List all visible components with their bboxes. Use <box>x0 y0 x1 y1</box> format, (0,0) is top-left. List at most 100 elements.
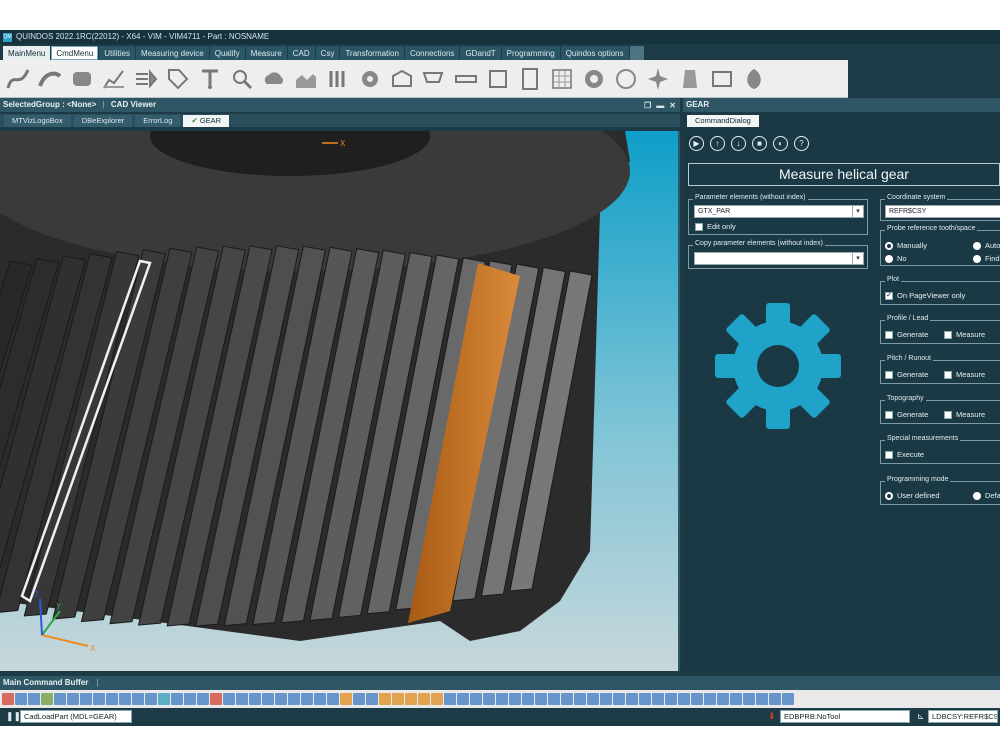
contrast-icon[interactable]: ◐ <box>773 136 788 151</box>
minimize-icon[interactable]: ▬ <box>656 99 664 113</box>
circle-icon[interactable] <box>611 63 640 95</box>
buffer-tool-icon[interactable] <box>223 693 235 705</box>
buffer-tool-icon[interactable] <box>80 693 92 705</box>
gear-large-icon[interactable] <box>579 63 608 95</box>
buffer-tool-icon[interactable] <box>418 693 430 705</box>
param-elements-select[interactable]: GTX_PAR ▾ <box>694 205 864 218</box>
tab-transformation[interactable]: Transformation <box>340 46 404 60</box>
buffer-tool-icon[interactable] <box>548 693 560 705</box>
tab-utilities[interactable]: Utilities <box>99 46 136 60</box>
buffer-tool-icon[interactable] <box>366 693 378 705</box>
buffer-tool-icon[interactable] <box>782 693 794 705</box>
tab-qualify[interactable]: Qualify <box>209 46 245 60</box>
buffer-tool-icon[interactable] <box>678 693 690 705</box>
buffer-tool-icon[interactable] <box>119 693 131 705</box>
tag-icon[interactable] <box>163 63 192 95</box>
command-field[interactable]: CadLoadPart (MDL=GEAR) <box>20 710 132 723</box>
buffer-tool-icon[interactable] <box>275 693 287 705</box>
buffer-tool-icon[interactable] <box>652 693 664 705</box>
buffer-tool-icon[interactable] <box>444 693 456 705</box>
buffer-tool-icon[interactable] <box>535 693 547 705</box>
pause-icon[interactable]: ❚❚ <box>6 711 21 722</box>
profile-measure-checkbox[interactable]: Measure <box>944 330 985 339</box>
buffer-tool-icon[interactable] <box>392 693 404 705</box>
buffer-tool-icon[interactable] <box>613 693 625 705</box>
profile-generate-checkbox[interactable]: Generate <box>885 330 928 339</box>
buffer-tool-icon[interactable] <box>106 693 118 705</box>
buffer-tool-icon[interactable] <box>704 693 716 705</box>
cart-icon[interactable] <box>419 63 448 95</box>
gear-icon[interactable] <box>355 63 384 95</box>
tab-csy[interactable]: Csy <box>315 46 340 60</box>
buffer-tool-icon[interactable] <box>639 693 651 705</box>
tab-dbeexplorer[interactable]: DBeExplorer <box>73 115 133 127</box>
auto-radio[interactable]: Auto <box>973 241 1000 250</box>
tab-mainmenu[interactable]: MainMenu <box>3 46 51 60</box>
buffer-tool-icon[interactable] <box>197 693 209 705</box>
buffer-tool-icon[interactable] <box>496 693 508 705</box>
bracket-icon[interactable] <box>323 63 352 95</box>
buffer-tool-icon[interactable] <box>600 693 612 705</box>
pipes-icon[interactable] <box>67 63 96 95</box>
tab-quindos-options[interactable]: Quindos options <box>560 46 629 60</box>
default-radio[interactable]: Defa <box>973 491 1000 500</box>
buffer-tool-icon[interactable] <box>561 693 573 705</box>
spline-icon[interactable] <box>35 63 64 95</box>
cad-viewport[interactable]: X Y Z X <box>0 131 680 671</box>
arrow-bars-icon[interactable] <box>131 63 160 95</box>
execute-checkbox[interactable]: Execute <box>885 450 924 459</box>
buffer-tool-icon[interactable] <box>145 693 157 705</box>
pipe-icon[interactable] <box>707 63 736 95</box>
buffer-tool-icon[interactable] <box>626 693 638 705</box>
buffer-tool-icon[interactable] <box>730 693 742 705</box>
buffer-tool-icon[interactable] <box>67 693 79 705</box>
tab-commanddialog[interactable]: CommandDialog <box>687 115 759 127</box>
buffer-tool-icon[interactable] <box>301 693 313 705</box>
buffer-tool-icon[interactable] <box>717 693 729 705</box>
buffer-tool-icon[interactable] <box>210 693 222 705</box>
tab-overflow[interactable] <box>629 46 644 60</box>
cloud-icon[interactable] <box>259 63 288 95</box>
probe-icon[interactable] <box>195 63 224 95</box>
surface-icon[interactable] <box>291 63 320 95</box>
topo-measure-checkbox[interactable]: Measure <box>944 410 985 419</box>
box-icon[interactable] <box>387 63 416 95</box>
buffer-tool-icon[interactable] <box>288 693 300 705</box>
probe-field[interactable]: EDBPRB:NoTool <box>780 710 910 723</box>
buffer-tool-icon[interactable] <box>93 693 105 705</box>
tab-errorlog[interactable]: ErrorLog <box>135 115 181 127</box>
chart-icon[interactable] <box>99 63 128 95</box>
manually-radio[interactable]: Manually <box>885 241 927 250</box>
buffer-tool-icon[interactable] <box>470 693 482 705</box>
star-gear-icon[interactable] <box>643 63 672 95</box>
pitch-measure-checkbox[interactable]: Measure <box>944 370 985 379</box>
copy-param-select[interactable]: ▾ <box>694 252 864 265</box>
buffer-tool-icon[interactable] <box>15 693 27 705</box>
grid-icon[interactable] <box>547 63 576 95</box>
buffer-tool-icon[interactable] <box>54 693 66 705</box>
buffer-tool-icon[interactable] <box>522 693 534 705</box>
buffer-tool-icon[interactable] <box>405 693 417 705</box>
buffer-tool-icon[interactable] <box>158 693 170 705</box>
buffer-tool-icon[interactable] <box>483 693 495 705</box>
buffer-tool-icon[interactable] <box>743 693 755 705</box>
tab-gdandt[interactable]: GDandT <box>460 46 501 60</box>
tab-programming[interactable]: Programming <box>501 46 560 60</box>
frame-icon[interactable] <box>483 63 512 95</box>
buffer-tool-icon[interactable] <box>379 693 391 705</box>
buffer-tool-icon[interactable] <box>314 693 326 705</box>
buffer-tool-icon[interactable] <box>353 693 365 705</box>
pitch-generate-checkbox[interactable]: Generate <box>885 370 928 379</box>
user-defined-radio[interactable]: User defined <box>885 491 940 500</box>
edit-only-checkbox[interactable]: Edit only <box>695 222 736 231</box>
buffer-tool-icon[interactable] <box>184 693 196 705</box>
tab-mtvizlogobox[interactable]: MTVizLogoBox <box>4 115 71 127</box>
topo-generate-checkbox[interactable]: Generate <box>885 410 928 419</box>
ruler-icon[interactable] <box>451 63 480 95</box>
tab-cmdmenu[interactable]: CmdMenu <box>51 46 99 60</box>
buffer-tool-icon[interactable] <box>574 693 586 705</box>
pageviewer-checkbox[interactable]: ✓ On PageViewer only <box>885 291 965 300</box>
buffer-tool-icon[interactable] <box>262 693 274 705</box>
buffer-tool-icon[interactable] <box>756 693 768 705</box>
upload-icon[interactable]: ↑ <box>710 136 725 151</box>
